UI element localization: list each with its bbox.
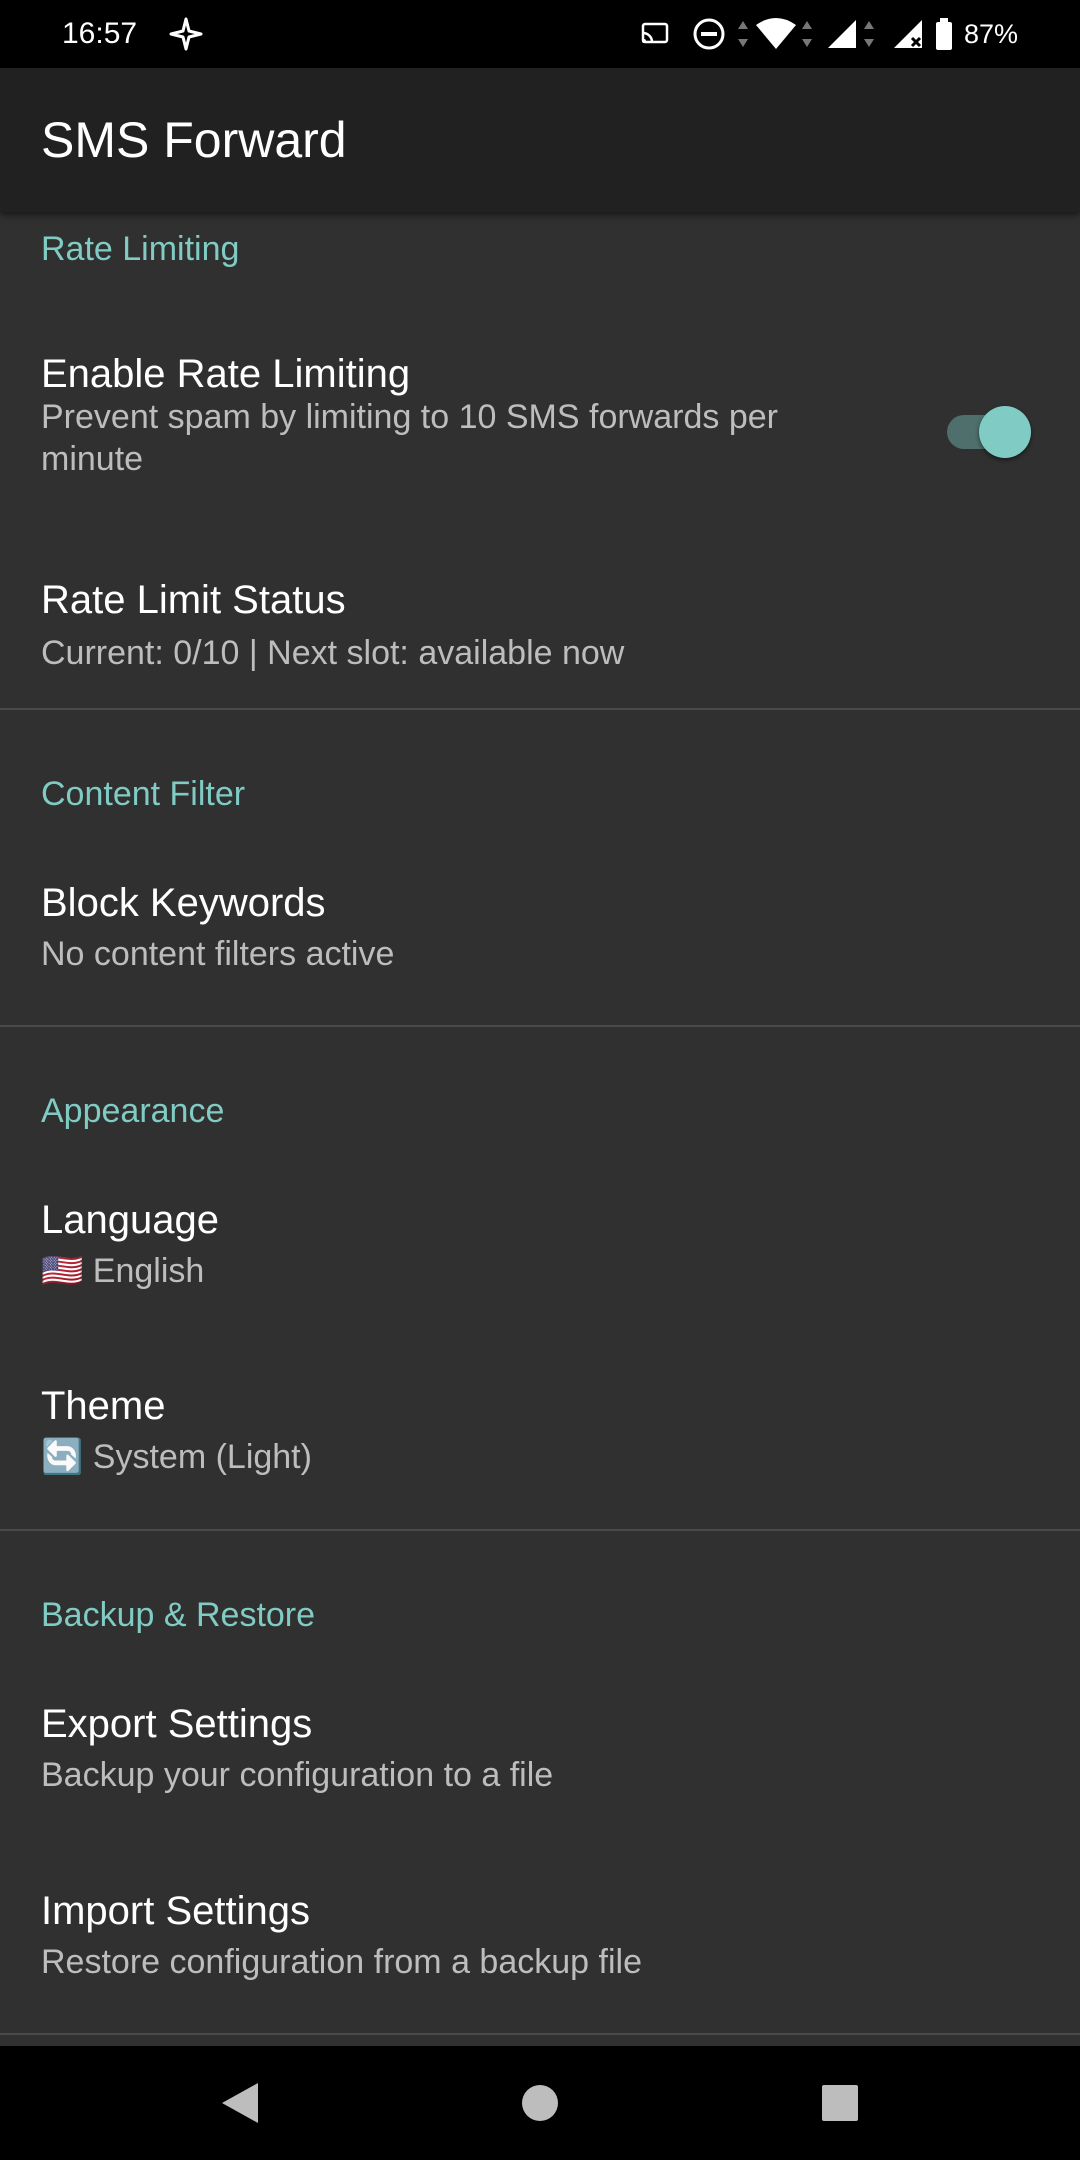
pref-summary: Prevent spam by limiting to 10 SMS forwa… [41,398,778,478]
pref-title: Import Settings [41,1889,311,1933]
pref-rate-limit-status[interactable]: Rate Limit Status Current: 0/10 | Next s… [0,552,1080,712]
status-time: 16:57 [62,17,138,50]
signal-no-service-icon [892,0,926,68]
status-bar: 16:57 87% [0,0,1080,68]
divider [0,1025,1080,1027]
pref-title: Block Keywords [41,881,326,925]
pref-summary: Restore configuration from a backup file [41,1943,642,1981]
rate-limiting-switch[interactable] [945,406,1031,458]
section-header-backup-restore: Backup & Restore [41,1596,316,1634]
switch-thumb [979,406,1031,458]
divider [0,2033,1080,2035]
pref-summary: No content filters active [41,935,395,973]
pref-language[interactable]: Language 🇺🇸 English [0,1152,1080,1332]
do-not-disturb-icon [692,0,726,68]
data-arrows-icon [862,0,876,68]
settings-list[interactable]: Rate Limiting Enable Rate Limiting Preve… [0,212,1080,2046]
divider [0,708,1080,710]
section-header-rate-limiting: Rate Limiting [41,230,240,268]
pref-title: Theme [41,1384,166,1428]
pref-summary: Current: 0/10 | Next slot: available now [41,634,625,672]
data-arrows-icon [736,0,750,68]
pref-summary: 🇺🇸 English [41,1252,205,1290]
navigation-bar [0,2046,1080,2160]
app-bar: SMS Forward [0,68,1080,212]
section-header-appearance: Appearance [41,1092,225,1130]
location-icon [168,0,204,68]
divider [0,1529,1080,1531]
battery-percent: 87% [964,19,1019,49]
back-icon[interactable] [180,2046,300,2160]
pref-title: Export Settings [41,1702,313,1746]
data-arrows-icon [800,0,814,68]
recents-icon[interactable] [780,2046,900,2160]
pref-title: Language [41,1198,219,1242]
pref-import-settings[interactable]: Import Settings Restore configuration fr… [0,1843,1080,2023]
pref-enable-rate-limiting[interactable]: Enable Rate Limiting Prevent spam by lim… [0,320,1080,520]
home-icon[interactable] [480,2046,600,2160]
battery-icon [934,0,954,68]
pref-summary: 🔄 System (Light) [41,1438,312,1476]
pref-summary: Backup your configuration to a file [41,1756,554,1794]
section-header-content-filter: Content Filter [41,775,246,813]
app-title: SMS Forward [41,112,347,168]
pref-block-keywords[interactable]: Block Keywords No content filters active [0,837,1080,997]
signal-icon [826,0,860,68]
cast-icon [640,0,670,68]
pref-export-settings[interactable]: Export Settings Backup your configuratio… [0,1656,1080,1836]
pref-title: Enable Rate Limiting [41,352,411,396]
pref-theme[interactable]: Theme 🔄 System (Light) [0,1338,1080,1518]
wifi-icon [754,0,798,68]
pref-title: Rate Limit Status [41,578,346,622]
